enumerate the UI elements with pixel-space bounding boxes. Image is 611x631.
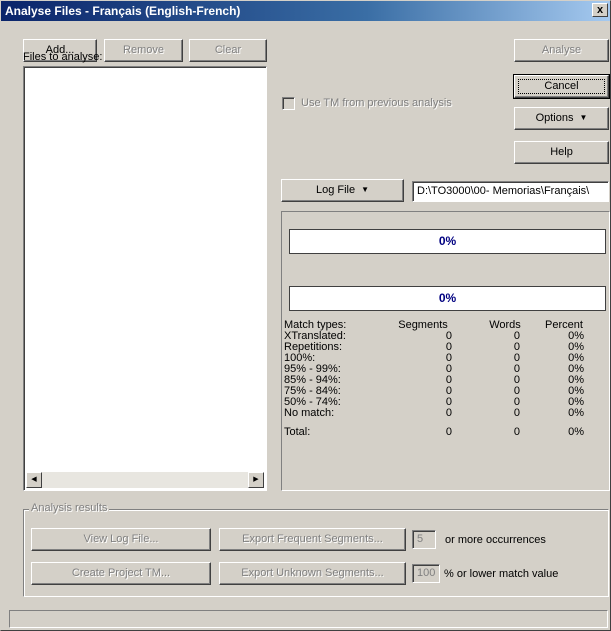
help-button-label: Help — [550, 146, 573, 158]
analysis-results-title: Analysis results — [29, 502, 110, 514]
export-unknown-label: Export Unknown Segments... — [241, 567, 384, 579]
frequent-suffix-label: or more occurrences — [445, 534, 546, 546]
analysis-stats-panel: 0% 0% Match types: Segments Words Percen… — [281, 211, 610, 491]
stats-rows: XTranslated: 0 0 0% Repetitions: 0 0 0% 100%: 0 0 0… — [282, 331, 611, 419]
segments-value: 0 — [445, 330, 452, 342]
export-unknown-segments-button[interactable]: Export Unknown Segments... — [219, 562, 406, 585]
options-button-label: Options — [535, 112, 574, 124]
words-value: 0 — [513, 374, 520, 386]
words-value: 0 — [513, 330, 520, 342]
use-tm-label: Use TM from previous analysis — [301, 97, 452, 109]
status-bar — [9, 610, 608, 628]
total-words: 0 — [513, 426, 520, 438]
segments-value: 0 — [445, 341, 452, 353]
stats-row: No match: 0 0 0% — [282, 408, 611, 419]
stats-total-row: Total: 0 0 0% — [282, 427, 611, 438]
create-project-tm-button[interactable]: Create Project TM... — [31, 562, 211, 585]
help-button[interactable]: Help — [514, 141, 609, 164]
cancel-button[interactable]: Cancel — [513, 74, 610, 99]
title-bar[interactable]: Analyse Files - Français (English-French… — [1, 1, 610, 21]
view-log-file-button[interactable]: View Log File... — [31, 528, 211, 551]
cancel-button-label: Cancel — [544, 80, 579, 92]
frequent-occurrences-field[interactable]: 5 — [412, 530, 436, 549]
unknown-match-value: 100 — [417, 567, 436, 579]
words-value: 0 — [513, 396, 520, 408]
export-frequent-label: Export Frequent Segments... — [242, 533, 383, 545]
horizontal-scrollbar[interactable]: ◀ ▶ — [26, 472, 264, 488]
analyse-files-dialog: Analyse Files - Français (English-French… — [0, 0, 611, 631]
words-value: 0 — [513, 352, 520, 364]
segments-value: 0 — [445, 363, 452, 375]
words-value: 0 — [513, 363, 520, 375]
percent-value: 0% — [568, 407, 584, 419]
words-value: 0 — [513, 341, 520, 353]
total-progress-bar: 0% — [289, 286, 606, 311]
export-frequent-segments-button[interactable]: Export Frequent Segments... — [219, 528, 406, 551]
remove-button[interactable]: Remove — [104, 39, 183, 62]
match-stats-table: Match types: Segments Words Percent XTra… — [282, 320, 611, 438]
unknown-match-value-field[interactable]: 100 — [412, 564, 440, 583]
total-percent: 0% — [568, 426, 584, 438]
unknown-suffix-label: % or lower match value — [444, 568, 559, 580]
remove-button-label: Remove — [123, 44, 164, 56]
segments-value: 0 — [445, 407, 452, 419]
file-progress-bar: 0% — [289, 229, 606, 254]
total-progress-text: 0% — [438, 291, 457, 305]
close-icon[interactable]: x — [592, 3, 608, 17]
total-label: Total: — [284, 426, 311, 438]
log-file-path-field[interactable]: D:\TO3000\00- Memorias\Français\ — [412, 181, 609, 202]
log-file-button[interactable]: Log File ▼ — [281, 179, 404, 202]
log-file-path-text: D:\TO3000\00- Memorias\Français\ — [417, 185, 590, 197]
analyse-button-label: Analyse — [541, 44, 582, 56]
files-to-analyse-label: Files to analyse: — [23, 51, 103, 63]
match-type-label: No match: — [284, 407, 335, 419]
total-segments: 0 — [445, 426, 452, 438]
scroll-right-icon[interactable]: ▶ — [248, 472, 264, 488]
options-button[interactable]: Options ▼ — [514, 107, 609, 130]
header-words: Words — [489, 319, 521, 331]
dropdown-arrow-icon: ▼ — [579, 113, 588, 122]
segments-value: 0 — [445, 396, 452, 408]
segments-value: 0 — [445, 385, 452, 397]
files-list[interactable]: ◀ ▶ — [23, 66, 267, 491]
analyse-button[interactable]: Analyse — [514, 39, 609, 62]
clear-button-label: Clear — [214, 44, 242, 56]
segments-value: 0 — [445, 374, 452, 386]
log-file-button-label: Log File — [315, 184, 356, 196]
use-tm-checkbox[interactable] — [282, 97, 295, 110]
dropdown-arrow-icon: ▼ — [361, 185, 370, 194]
words-value: 0 — [513, 385, 520, 397]
file-progress-text: 0% — [438, 234, 457, 248]
view-log-file-label: View Log File... — [83, 533, 159, 545]
scroll-left-icon[interactable]: ◀ — [26, 472, 42, 488]
words-value: 0 — [513, 407, 520, 419]
clear-button[interactable]: Clear — [189, 39, 267, 62]
frequent-occurrences-value: 5 — [417, 533, 424, 545]
segments-value: 0 — [445, 352, 452, 364]
window-title: Analyse Files - Français (English-French… — [5, 4, 241, 18]
create-project-tm-label: Create Project TM... — [71, 567, 171, 579]
